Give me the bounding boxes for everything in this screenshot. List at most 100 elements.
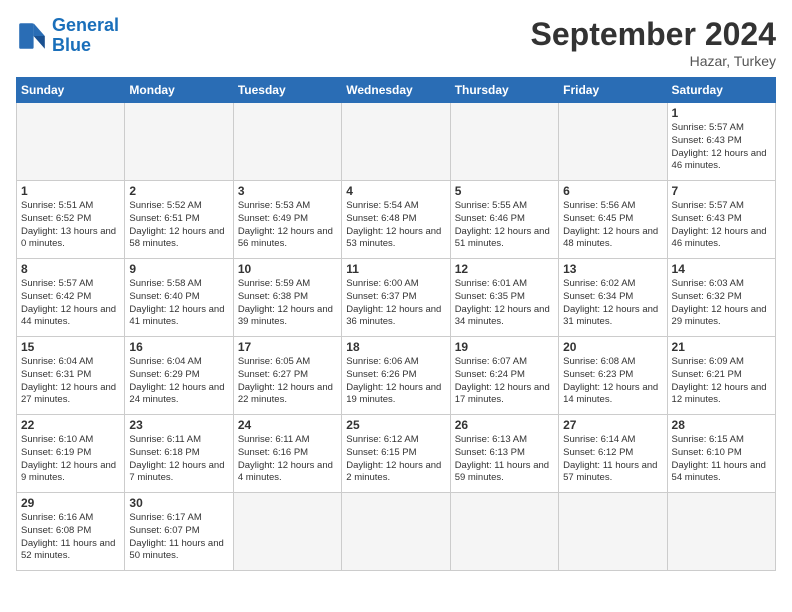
- day-info: Sunrise: 6:11 AMSunset: 6:18 PMDaylight:…: [129, 434, 228, 485]
- sunrise: Sunrise: 5:56 AM: [563, 200, 635, 211]
- sunset: Sunset: 6:51 PM: [129, 213, 199, 224]
- calendar-cell: 19Sunrise: 6:07 AMSunset: 6:24 PMDayligh…: [450, 337, 558, 415]
- day-number: 13: [563, 262, 662, 276]
- calendar-cell: [233, 493, 341, 571]
- sunrise: Sunrise: 5:51 AM: [21, 200, 93, 211]
- calendar-cell: [342, 103, 450, 181]
- sunrise: Sunrise: 5:58 AM: [129, 278, 201, 289]
- daylight: Daylight: 12 hours and 14 minutes.: [563, 382, 658, 406]
- calendar-cell: 1 Sunrise: 5:51 AM Sunset: 6:52 PM Daylight…: [17, 181, 125, 259]
- day-number: 14: [672, 262, 771, 276]
- calendar-cell: 21 Sunrise: 6:09 AMSunset: 6:21 PMDayligh…: [667, 337, 775, 415]
- sunrise: Sunrise: 5:57 AM: [21, 278, 93, 289]
- calendar-cell: 20Sunrise: 6:08 AMSunset: 6:23 PMDayligh…: [559, 337, 667, 415]
- sunset: Sunset: 6:34 PM: [563, 291, 633, 302]
- sunset: Sunset: 6:31 PM: [21, 369, 91, 380]
- sunrise: Sunrise: 6:10 AM: [21, 434, 93, 445]
- sunset: Sunset: 6:49 PM: [238, 213, 308, 224]
- weekday-header-friday: Friday: [559, 78, 667, 103]
- day-number: 17: [238, 340, 337, 354]
- calendar-cell: 22 Sunrise: 6:10 AMSunset: 6:19 PMDayligh…: [17, 415, 125, 493]
- sunrise: Sunrise: 6:04 AM: [21, 356, 93, 367]
- day-info: Sunrise: 6:17 AMSunset: 6:07 PMDaylight:…: [129, 512, 228, 563]
- day-number: 4: [346, 184, 445, 198]
- day-info: Sunrise: 6:12 AMSunset: 6:15 PMDaylight:…: [346, 434, 445, 485]
- calendar-cell: [450, 493, 558, 571]
- sunset: Sunset: 6:48 PM: [346, 213, 416, 224]
- day-number: 27: [563, 418, 662, 432]
- header: General Blue September 2024 Hazar, Turke…: [16, 16, 776, 69]
- daylight: Daylight: 12 hours and 44 minutes.: [21, 304, 116, 328]
- sunset: Sunset: 6:27 PM: [238, 369, 308, 380]
- daylight: Daylight: 11 hours and 59 minutes.: [455, 460, 549, 484]
- calendar-cell: [667, 493, 775, 571]
- sunrise: Sunrise: 6:12 AM: [346, 434, 418, 445]
- daylight: Daylight: 12 hours and 36 minutes.: [346, 304, 441, 328]
- day-number: 2: [129, 184, 228, 198]
- day-number: 20: [563, 340, 662, 354]
- calendar-cell: 26Sunrise: 6:13 AMSunset: 6:13 PMDayligh…: [450, 415, 558, 493]
- sunset: Sunset: 6:23 PM: [563, 369, 633, 380]
- calendar-cell: 23 Sunrise: 6:11 AMSunset: 6:18 PMDayligh…: [125, 415, 233, 493]
- daylight: Daylight: 12 hours and 31 minutes.: [563, 304, 658, 328]
- calendar-cell: 6Sunrise: 5:56 AMSunset: 6:45 PMDaylight…: [559, 181, 667, 259]
- logo-text: General Blue: [52, 16, 119, 56]
- day-info: Sunrise: 5:57 AMSunset: 6:42 PMDaylight:…: [21, 278, 120, 329]
- calendar-cell: 4Sunrise: 5:54 AMSunset: 6:48 PMDaylight…: [342, 181, 450, 259]
- calendar-cell: 24Sunrise: 6:11 AMSunset: 6:16 PMDayligh…: [233, 415, 341, 493]
- month-title: September 2024: [531, 16, 776, 53]
- weekday-header-thursday: Thursday: [450, 78, 558, 103]
- day-info: Sunrise: 6:10 AMSunset: 6:19 PMDaylight:…: [21, 434, 120, 485]
- sunset: Sunset: 6:32 PM: [672, 291, 742, 302]
- week-row-4: 22 Sunrise: 6:10 AMSunset: 6:19 PMDayligh…: [17, 415, 776, 493]
- daylight: Daylight: 13 hours and 0 minutes.: [21, 226, 116, 250]
- day-number: 25: [346, 418, 445, 432]
- day-info: Sunrise: 6:16 AMSunset: 6:08 PMDaylight:…: [21, 512, 120, 563]
- day-info: Sunrise: 6:09 AMSunset: 6:21 PMDaylight:…: [672, 356, 771, 407]
- day-number: 18: [346, 340, 445, 354]
- day-info: Sunrise: 6:00 AMSunset: 6:37 PMDaylight:…: [346, 278, 445, 329]
- calendar-cell: 30Sunrise: 6:17 AMSunset: 6:07 PMDayligh…: [125, 493, 233, 571]
- week-row-5: 29Sunrise: 6:16 AMSunset: 6:08 PMDayligh…: [17, 493, 776, 571]
- sunset: Sunset: 6:52 PM: [21, 213, 91, 224]
- sunrise: Sunrise: 6:16 AM: [21, 512, 93, 523]
- calendar-cell: 9Sunrise: 5:58 AMSunset: 6:40 PMDaylight…: [125, 259, 233, 337]
- calendar-cell: 2Sunrise: 5:52 AMSunset: 6:51 PMDaylight…: [125, 181, 233, 259]
- sunset: Sunset: 6:13 PM: [455, 447, 525, 458]
- calendar-cell: 18 Sunrise: 6:06 AMSunset: 6:26 PMDayligh…: [342, 337, 450, 415]
- calendar-cell: 27Sunrise: 6:14 AMSunset: 6:12 PMDayligh…: [559, 415, 667, 493]
- sunrise: Sunrise: 6:09 AM: [672, 356, 744, 367]
- day-info: Sunrise: 5:57 AMSunset: 6:43 PMDaylight:…: [672, 200, 771, 251]
- calendar-cell: [342, 493, 450, 571]
- sunset: Sunset: 6:40 PM: [129, 291, 199, 302]
- day-info: Sunrise: 6:06 AMSunset: 6:26 PMDaylight:…: [346, 356, 445, 407]
- calendar-cell: 3Sunrise: 5:53 AMSunset: 6:49 PMDaylight…: [233, 181, 341, 259]
- logo: General Blue: [16, 16, 119, 56]
- calendar-cell: [450, 103, 558, 181]
- daylight: Daylight: 12 hours and 7 minutes.: [129, 460, 224, 484]
- sunrise: Sunrise: 5:55 AM: [455, 200, 527, 211]
- daylight: Daylight: 12 hours and 34 minutes.: [455, 304, 550, 328]
- daylight: Daylight: 12 hours and 39 minutes.: [238, 304, 333, 328]
- day-info: Sunrise: 6:04 AMSunset: 6:31 PMDaylight:…: [21, 356, 120, 407]
- sunset: Sunset: 6:08 PM: [21, 525, 91, 536]
- day-info: Sunrise: 5:55 AMSunset: 6:46 PMDaylight:…: [455, 200, 554, 251]
- daylight: Daylight: 12 hours and 4 minutes.: [238, 460, 333, 484]
- day-number: 21: [672, 340, 771, 354]
- sunrise: Sunrise: 6:01 AM: [455, 278, 527, 289]
- day-number: 10: [238, 262, 337, 276]
- calendar-cell: 14Sunrise: 6:03 AMSunset: 6:32 PMDayligh…: [667, 259, 775, 337]
- day-number: 3: [238, 184, 337, 198]
- calendar-cell: 10Sunrise: 5:59 AMSunset: 6:38 PMDayligh…: [233, 259, 341, 337]
- day-number: 15: [21, 340, 120, 354]
- calendar-cell: [233, 103, 341, 181]
- day-number: 22: [21, 418, 120, 432]
- calendar-cell: [125, 103, 233, 181]
- sunrise: Sunrise: 6:06 AM: [346, 356, 418, 367]
- week-row-2: 8Sunrise: 5:57 AMSunset: 6:42 PMDaylight…: [17, 259, 776, 337]
- day-number: 1: [21, 184, 120, 198]
- day-number: 23: [129, 418, 228, 432]
- logo-blue: Blue: [52, 35, 91, 55]
- sunset: Sunset: 6:07 PM: [129, 525, 199, 536]
- day-info: Sunrise: 5:56 AMSunset: 6:45 PMDaylight:…: [563, 200, 662, 251]
